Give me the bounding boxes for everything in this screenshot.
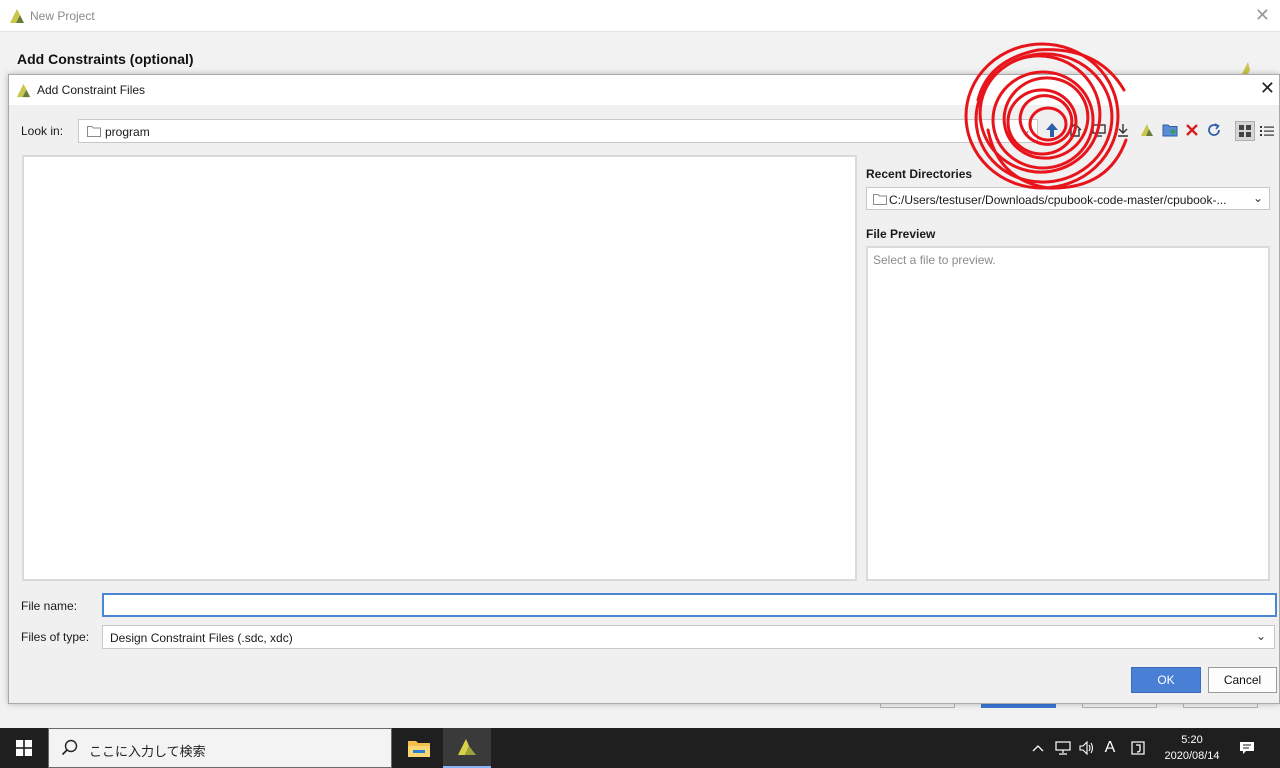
files-of-type-combo[interactable]: Design Constraint Files (.sdc, xdc) ⌄ <box>102 625 1275 649</box>
taskbar-search-placeholder: ここに入力して検索 <box>89 744 206 759</box>
look-in-value: program <box>105 125 150 139</box>
search-icon <box>61 739 78 756</box>
file-name-input[interactable] <box>102 593 1277 617</box>
new-folder-icon[interactable] <box>1160 119 1180 141</box>
dialog-title: Add Constraint Files <box>37 83 146 97</box>
start-windows-icon[interactable] <box>0 728 48 768</box>
ime-options-icon[interactable] <box>1128 728 1148 768</box>
files-of-type-value: Design Constraint Files (.sdc, xdc) <box>110 631 293 645</box>
folder-icon <box>87 126 101 137</box>
list-view-icon[interactable] <box>1257 121 1277 141</box>
ok-button[interactable]: OK <box>1131 667 1201 693</box>
dialog-close-icon[interactable]: ✕ <box>1260 79 1275 97</box>
dialog-titlebar: Add Constraint Files ✕ <box>9 75 1279 105</box>
taskbar-search-box[interactable]: ここに入力して検索 <box>48 728 392 768</box>
xilinx-project-icon[interactable] <box>1137 119 1157 141</box>
file-preview-placeholder: Select a file to preview. <box>873 253 996 267</box>
refresh-icon[interactable] <box>1204 119 1224 141</box>
network-icon[interactable] <box>1052 728 1074 768</box>
recent-directories-combo[interactable]: C:/Users/testuser/Downloads/cpubook-code… <box>866 187 1270 210</box>
file-list-pane[interactable] <box>22 155 857 581</box>
recent-directory-value: C:/Users/testuser/Downloads/cpubook-code… <box>889 193 1227 207</box>
volume-icon[interactable] <box>1076 728 1098 768</box>
ime-mode-indicator[interactable]: A <box>1100 728 1120 768</box>
file-explorer-icon[interactable] <box>395 728 443 768</box>
vivado-logo-icon <box>16 83 31 98</box>
folder-icon <box>873 194 887 205</box>
clock-date: 2020/08/14 <box>1164 750 1220 762</box>
vivado-logo-icon <box>10 9 24 23</box>
wizard-title: New Project <box>30 9 95 23</box>
file-preview-label: File Preview <box>866 227 936 241</box>
chevron-down-icon[interactable]: ⌄ <box>1256 629 1266 643</box>
file-preview-pane: Select a file to preview. <box>866 246 1270 581</box>
desktop-icon[interactable] <box>1089 119 1109 141</box>
grid-view-icon[interactable] <box>1235 121 1255 141</box>
cancel-button[interactable]: Cancel <box>1208 667 1277 693</box>
chevron-up-icon[interactable] <box>1029 728 1047 768</box>
delete-icon[interactable] <box>1182 119 1202 141</box>
wizard-close-icon[interactable]: ✕ <box>1255 6 1270 24</box>
add-constraint-files-dialog: Add Constraint Files ✕ Look in: program … <box>8 74 1280 704</box>
chevron-down-icon[interactable]: ⌄ <box>1021 123 1031 137</box>
vivado-taskbar-icon[interactable] <box>443 728 491 768</box>
look-in-label: Look in: <box>21 124 64 138</box>
recent-directories-label: Recent Directories <box>866 167 973 181</box>
up-folder-icon[interactable] <box>1042 119 1062 141</box>
home-icon[interactable] <box>1065 119 1085 141</box>
wizard-titlebar: New Project ✕ <box>0 0 1280 32</box>
notification-icon[interactable] <box>1232 728 1262 768</box>
clock-time: 5:20 <box>1181 734 1203 746</box>
files-of-type-label: Files of type: <box>21 630 90 644</box>
chevron-down-icon[interactable]: ⌄ <box>1253 191 1263 205</box>
wizard-page-heading: Add Constraints (optional) <box>17 51 194 67</box>
look-in-combo[interactable]: program ⌄ <box>78 119 1038 143</box>
download-icon[interactable] <box>1113 119 1133 141</box>
taskbar-clock[interactable]: 5:20 2020/08/14 <box>1160 732 1224 764</box>
taskbar: ここに入力して検索 A 5:20 2020/08/14 <box>0 728 1280 768</box>
file-name-label: File name: <box>21 599 78 613</box>
